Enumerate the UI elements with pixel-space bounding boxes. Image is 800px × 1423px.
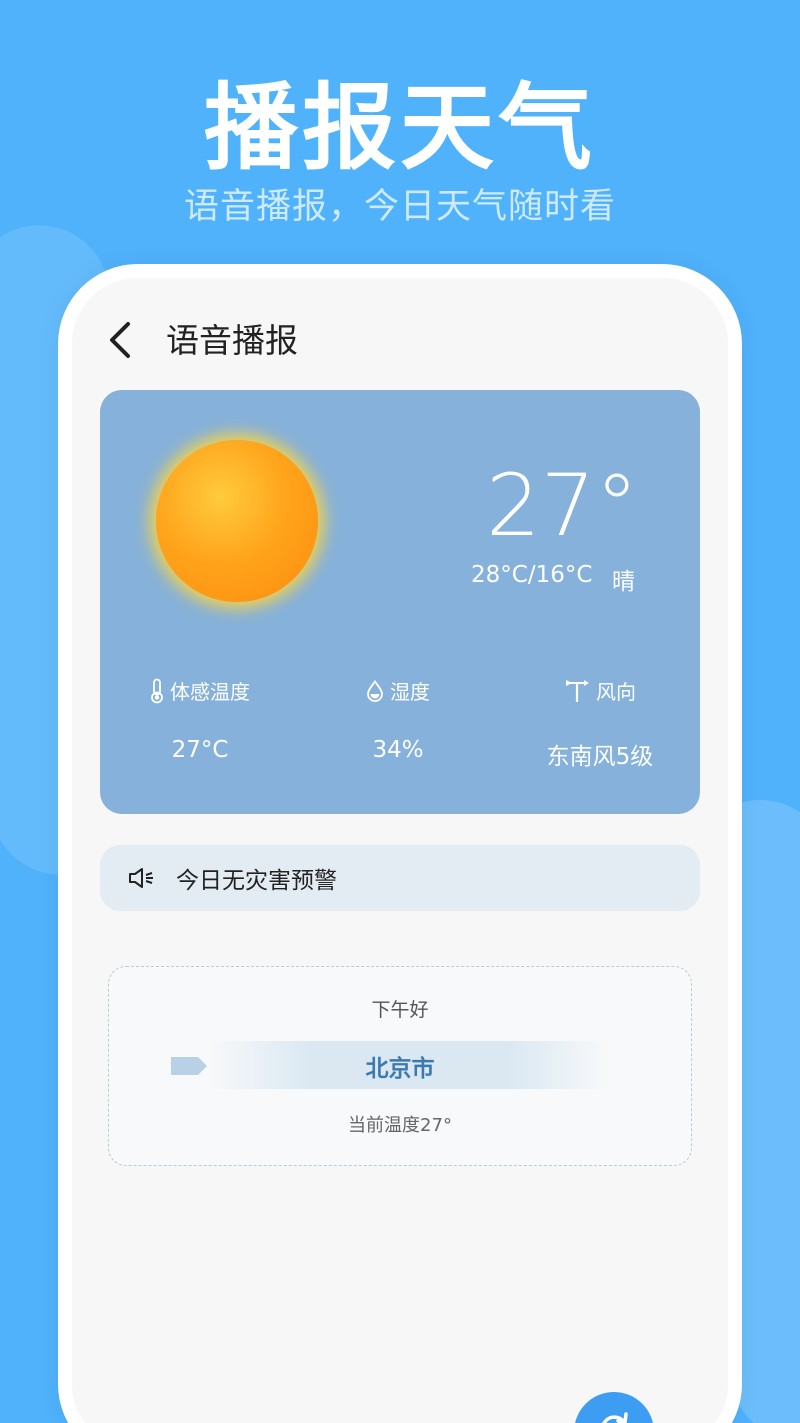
page-title: 语音播报 [166, 321, 298, 360]
metric-label: 风向 [596, 680, 636, 704]
metric-humidity: 湿度 34% [298, 676, 498, 763]
top-bar: 语音播报 [72, 304, 728, 374]
speaker-icon [128, 866, 156, 890]
disaster-alert-bar[interactable]: 今日无灾害预警 [100, 845, 700, 911]
broadcast-card: 下午好 北京市 当前温度27° [108, 966, 692, 1166]
city-name: 北京市 [365, 1056, 435, 1082]
metric-value: 27°C [171, 737, 229, 763]
droplet-icon [367, 679, 383, 702]
refresh-icon [602, 1412, 628, 1423]
metric-value: 34% [372, 737, 424, 763]
current-temp-text: 当前温度27° [348, 1115, 452, 1136]
promo-subtitle: 语音播报，今日天气随时看 [183, 187, 616, 227]
thermometer-icon [151, 678, 163, 703]
greeting-text: 下午好 [371, 999, 429, 1021]
metric-label: 体感温度 [170, 680, 250, 704]
back-button[interactable] [100, 318, 140, 362]
refresh-button[interactable] [574, 1392, 654, 1423]
phone-frame: 语音播报 27° 28°C/16°C 晴 体感温度 27°C 湿度 34% 风向… [58, 264, 742, 1423]
current-temperature: 27° [486, 456, 639, 556]
metric-wind: 风向 东南风5级 [500, 676, 700, 771]
weather-condition: 晴 [612, 569, 635, 595]
sun-icon [156, 440, 318, 602]
wind-vane-icon [566, 679, 589, 702]
alert-text: 今日无灾害预警 [176, 868, 337, 894]
metric-value: 东南风5级 [546, 744, 654, 770]
metric-feels-like: 体感温度 27°C [100, 676, 300, 763]
app-screen: 语音播报 27° 28°C/16°C 晴 体感温度 27°C 湿度 34% 风向… [72, 278, 728, 1423]
chevron-left-icon [110, 322, 130, 358]
temperature-range: 28°C/16°C [471, 562, 593, 588]
promo-title: 播报天气 [203, 74, 596, 183]
weather-card: 27° 28°C/16°C 晴 体感温度 27°C 湿度 34% 风向 东南风5… [100, 390, 700, 814]
metric-label: 湿度 [390, 680, 430, 704]
